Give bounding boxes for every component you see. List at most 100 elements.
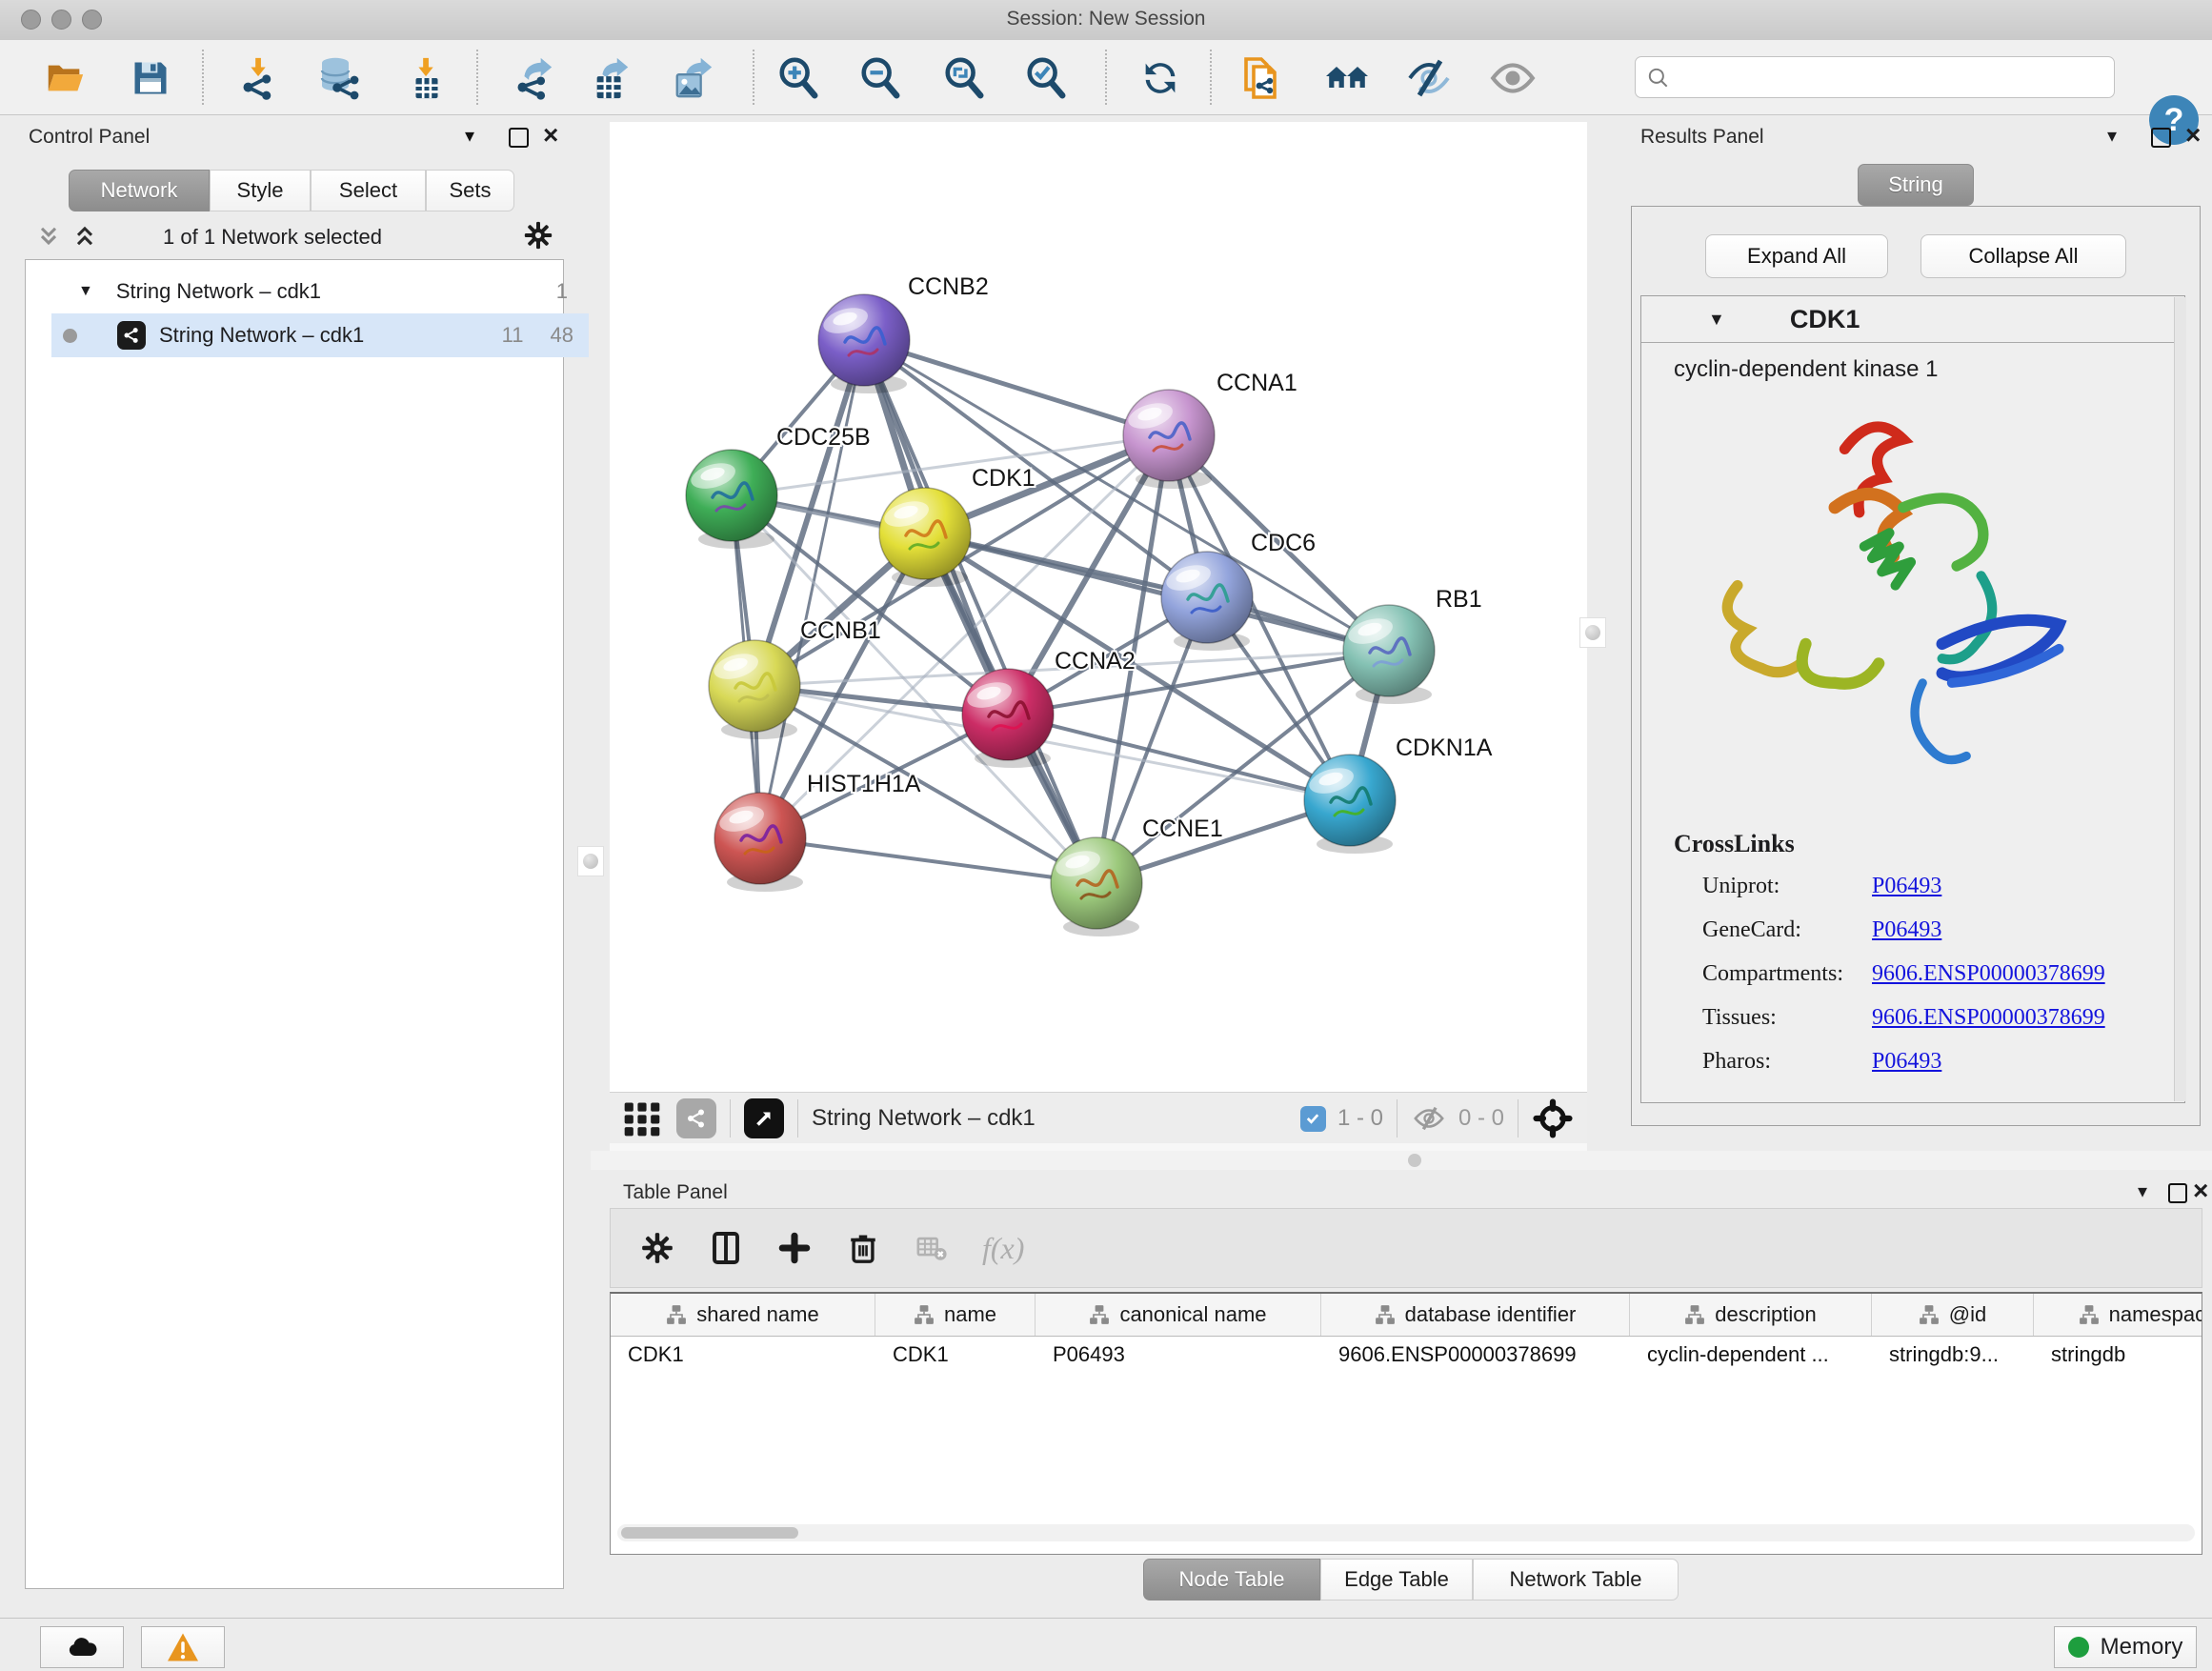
network-edge-count: 48 xyxy=(551,323,573,348)
network-canvas[interactable]: CCNB2CCNA1CDC25BCDK1CDC6RB1CCNB1CCNA2CDK… xyxy=(610,122,1587,1092)
network-node-CDK1[interactable]: CDK1 xyxy=(879,465,1036,587)
warnings-button[interactable] xyxy=(141,1626,225,1668)
section-collapse-arrow-icon[interactable]: ▼ xyxy=(1708,310,1725,330)
network-node-CDC6[interactable]: CDC6 xyxy=(1161,530,1316,651)
collection-expand-arrow-icon[interactable]: ▼ xyxy=(78,283,93,300)
toolbar-separator xyxy=(1105,50,1107,105)
window-title: Session: New Session xyxy=(0,8,2212,30)
import-network-file-button[interactable] xyxy=(234,53,284,103)
import-table-file-button[interactable] xyxy=(402,53,452,103)
table-panel-float-button[interactable]: ▾ xyxy=(2138,1179,2147,1203)
crosslink-link[interactable]: 9606.ENSP00000378699 xyxy=(1872,1005,2105,1031)
zoom-fit-button[interactable] xyxy=(939,53,989,103)
tab-style[interactable]: Style xyxy=(210,170,311,211)
open-session-button[interactable] xyxy=(40,53,90,103)
column-header-shared-name[interactable]: shared name xyxy=(611,1294,875,1336)
table-cell: 9606.ENSP00000378699 xyxy=(1321,1337,1630,1373)
toolbar-separator xyxy=(202,50,204,105)
crosslink-link[interactable]: P06493 xyxy=(1872,917,1941,943)
table-horizontal-scrollbar[interactable] xyxy=(617,1524,2195,1541)
tab-network[interactable]: Network xyxy=(69,170,210,211)
search-input[interactable] xyxy=(1635,56,2115,98)
network-row-selected[interactable]: String Network – cdk1 11 48 xyxy=(51,313,589,357)
collapse-all-button[interactable]: Collapse All xyxy=(1920,234,2126,278)
show-all-button[interactable] xyxy=(1488,53,1538,103)
network-collection-row[interactable]: ▼ String Network – cdk1 1 xyxy=(51,270,589,313)
expand-all-button[interactable]: Expand All xyxy=(1705,234,1888,278)
network-options-gear-icon[interactable] xyxy=(522,219,554,252)
crosslink-link[interactable]: P06493 xyxy=(1872,1049,1941,1075)
results-panel-close-button[interactable]: × xyxy=(2185,120,2201,151)
hide-selected-button[interactable] xyxy=(1404,53,1454,103)
column-header-@id[interactable]: @id xyxy=(1872,1294,2034,1336)
export-network-file-button[interactable] xyxy=(509,53,558,103)
import-network-database-button[interactable] xyxy=(314,53,364,103)
node-label-CCNB1: CCNB1 xyxy=(800,617,881,644)
zoom-out-button[interactable] xyxy=(855,53,905,103)
memory-button[interactable]: Memory xyxy=(2054,1626,2197,1668)
column-header-name[interactable]: name xyxy=(875,1294,1036,1336)
tab-node-table[interactable]: Node Table xyxy=(1143,1559,1320,1601)
selected-checkbox-icon[interactable] xyxy=(1300,1106,1326,1132)
results-panel-maximize-button[interactable] xyxy=(2151,128,2171,148)
tab-string[interactable]: String xyxy=(1858,164,1974,206)
control-panel-maximize-button[interactable] xyxy=(509,128,529,148)
table-row[interactable]: CDK1CDK1P064939606.ENSP00000378699cyclin… xyxy=(611,1337,2202,1373)
table-panel-close-button[interactable]: × xyxy=(2193,1176,2208,1206)
export-table-file-button[interactable] xyxy=(587,53,636,103)
network-node-HIST1H1A[interactable]: HIST1H1A xyxy=(714,771,921,892)
control-panel-close-button[interactable]: × xyxy=(543,120,558,151)
column-header-canonical-name[interactable]: canonical name xyxy=(1036,1294,1321,1336)
crosslink-row: Compartments:9606.ENSP00000378699 xyxy=(1702,952,2184,996)
crosslink-link[interactable]: 9606.ENSP00000378699 xyxy=(1872,961,2105,987)
string-home-button[interactable] xyxy=(1322,53,1372,103)
network-node-CCNB2[interactable]: CCNB2 xyxy=(818,273,989,393)
protein-structure-image xyxy=(1689,391,2137,819)
control-panel-float-button[interactable]: ▾ xyxy=(465,124,474,148)
network-node-CDKN1A[interactable]: CDKN1A xyxy=(1304,735,1493,854)
show-columns-icon[interactable] xyxy=(704,1226,748,1270)
zoom-out-icon xyxy=(858,56,902,100)
node-label-CDC25B: CDC25B xyxy=(776,424,871,451)
column-header-description[interactable]: description xyxy=(1630,1294,1872,1336)
clone-network-button[interactable] xyxy=(1237,53,1286,103)
refresh-network-button[interactable] xyxy=(1136,53,1185,103)
network-node-CCNA1[interactable]: CCNA1 xyxy=(1123,370,1297,489)
tab-sets[interactable]: Sets xyxy=(426,170,514,211)
eye-icon xyxy=(1489,54,1537,102)
table-scrollbar-thumb[interactable] xyxy=(621,1527,798,1539)
cloud-status-button[interactable] xyxy=(40,1626,124,1668)
tab-edge-table[interactable]: Edge Table xyxy=(1320,1559,1473,1601)
birds-eye-view-icon[interactable] xyxy=(744,1098,784,1138)
navigate-crosshair-icon[interactable] xyxy=(1532,1097,1574,1139)
protein-section-header[interactable]: ▼ CDK1 xyxy=(1641,296,2184,343)
results-scrollbar[interactable] xyxy=(2174,297,2186,1101)
network-share-view-icon[interactable] xyxy=(676,1098,716,1138)
grid-view-icon[interactable] xyxy=(621,1097,663,1139)
export-network-icon xyxy=(512,56,555,100)
network-node-RB1[interactable]: RB1 xyxy=(1343,586,1482,704)
function-builder-fx-icon: f(x) xyxy=(982,1226,1024,1270)
zoom-selected-button[interactable] xyxy=(1021,53,1071,103)
results-panel-float-button[interactable]: ▾ xyxy=(2107,124,2117,148)
table-panel-maximize-button[interactable] xyxy=(2168,1183,2187,1203)
crosslink-link[interactable]: P06493 xyxy=(1872,874,1941,899)
table-panel-title: Table Panel xyxy=(623,1181,728,1204)
tab-network-table[interactable]: Network Table xyxy=(1473,1559,1679,1601)
column-header-namespace[interactable]: namespace xyxy=(2034,1294,2202,1336)
crosslink-label: Uniprot: xyxy=(1702,874,1872,899)
network-node-CCNB1[interactable]: CCNB1 xyxy=(709,617,881,739)
column-header-database-identifier[interactable]: database identifier xyxy=(1321,1294,1630,1336)
export-image-button[interactable] xyxy=(669,53,718,103)
delete-column-trash-icon[interactable] xyxy=(841,1226,885,1270)
table-settings-gear-icon[interactable] xyxy=(635,1226,679,1270)
warning-triangle-icon xyxy=(166,1632,200,1662)
create-column-plus-icon[interactable] xyxy=(773,1226,816,1270)
zoom-in-button[interactable] xyxy=(774,53,823,103)
save-session-button[interactable] xyxy=(126,53,175,103)
horizontal-splitter[interactable] xyxy=(591,1151,2212,1170)
tab-select[interactable]: Select xyxy=(311,170,426,211)
left-splitter-handle[interactable] xyxy=(577,846,604,876)
node-table[interactable]: shared namenamecanonical namedatabase id… xyxy=(610,1292,2202,1555)
right-splitter-handle[interactable] xyxy=(1579,617,1606,648)
